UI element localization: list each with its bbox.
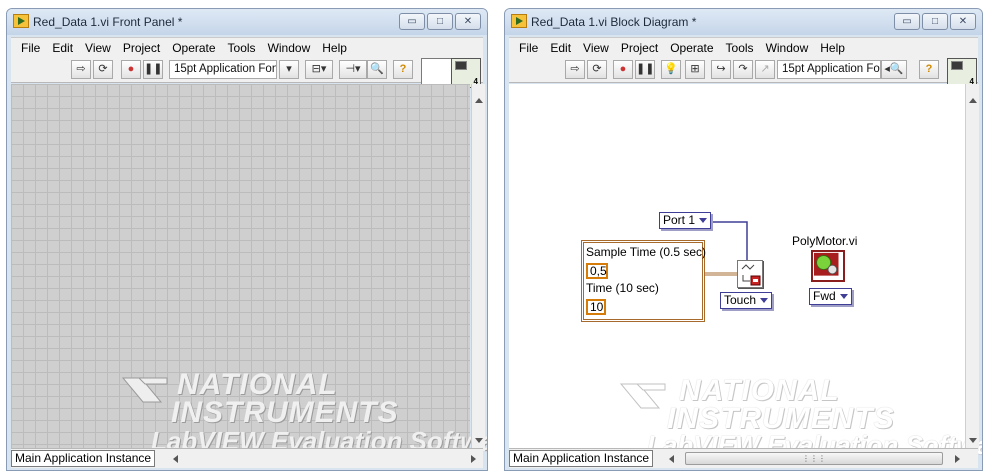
sample-time-label: Sample Time (0.5 sec) bbox=[586, 245, 707, 259]
scroll-right-icon[interactable] bbox=[471, 455, 476, 463]
time-numeric[interactable]: 10 bbox=[586, 299, 606, 315]
block-diagram-toolbar: ⇨ ⟳ ● ❚❚ 💡 ⊞ ↪ ↷ ↗ 15pt Application For … bbox=[509, 57, 978, 88]
horizontal-scroll-thumb[interactable]: ⋮⋮⋮ bbox=[685, 452, 943, 465]
front-panel-toolbar: ⇨ ⟳ ● ❚❚ 15pt Application Font ▾ ⊟▾ ⊣▾ 🔍… bbox=[11, 57, 483, 88]
retain-wire-values-icon[interactable]: ⊞ bbox=[685, 60, 705, 79]
block-diagram-title: Red_Data 1.vi Block Diagram * bbox=[531, 15, 697, 29]
touch-sensor-subvi[interactable] bbox=[737, 260, 763, 288]
run-continuously-icon[interactable]: ⟳ bbox=[93, 60, 113, 79]
polymotor-label: PolyMotor.vi bbox=[792, 234, 858, 248]
chevron-down-icon bbox=[839, 294, 848, 300]
menu-edit[interactable]: Edit bbox=[46, 39, 79, 57]
front-panel-menubar: File Edit View Project Operate Tools Win… bbox=[11, 37, 483, 57]
front-panel-statusbar: Main Application Instance bbox=[11, 448, 483, 468]
port-ring-label: Port 1 bbox=[663, 213, 696, 227]
labview-vi-icon bbox=[13, 14, 29, 28]
help-icon[interactable]: ? bbox=[393, 60, 413, 79]
abort-icon[interactable]: ● bbox=[613, 60, 633, 79]
front-panel-canvas[interactable]: NATIONAL INSTRUMENTS LabVIEW Evaluation … bbox=[11, 84, 487, 456]
menu-window[interactable]: Window bbox=[262, 39, 317, 57]
front-panel-title: Red_Data 1.vi Front Panel * bbox=[33, 15, 183, 29]
front-panel-vertical-scrollbar[interactable] bbox=[471, 84, 485, 451]
fwd-ring-constant[interactable]: Fwd bbox=[809, 288, 852, 305]
menu-file[interactable]: File bbox=[15, 39, 46, 57]
time-label: Time (10 sec) bbox=[586, 281, 659, 295]
menu-operate[interactable]: Operate bbox=[664, 39, 719, 57]
distribute-objects-icon[interactable]: ⊣▾ bbox=[339, 60, 367, 79]
application-instance[interactable]: Main Application Instance bbox=[509, 450, 654, 467]
menu-view[interactable]: View bbox=[79, 39, 117, 57]
scroll-down-icon[interactable] bbox=[969, 438, 977, 443]
scroll-left-icon[interactable] bbox=[173, 455, 178, 463]
align-objects-icon[interactable]: ⊟▾ bbox=[305, 60, 333, 79]
menu-project[interactable]: Project bbox=[615, 39, 664, 57]
maximize-button[interactable]: □ bbox=[427, 13, 453, 30]
menu-view[interactable]: View bbox=[577, 39, 615, 57]
minimize-button[interactable]: ▭ bbox=[399, 13, 425, 30]
block-diagram-vertical-scrollbar[interactable] bbox=[965, 84, 979, 451]
block-diagram-titlebar[interactable]: Red_Data 1.vi Block Diagram * ▭ □ ✕ bbox=[505, 9, 982, 35]
motor-icon bbox=[814, 252, 839, 276]
font-select[interactable]: 15pt Application For bbox=[777, 60, 881, 79]
block-diagram-statusbar: Main Application Instance ⋮⋮⋮ bbox=[509, 448, 978, 468]
labview-vi-icon bbox=[511, 14, 527, 28]
watermark-instruments: INSTRUMENTS bbox=[171, 396, 399, 429]
vi-icon-graphic bbox=[455, 61, 467, 70]
run-arrow-icon[interactable]: ⇨ bbox=[565, 60, 585, 79]
scroll-left-icon[interactable] bbox=[669, 455, 674, 463]
fwd-ring-label: Fwd bbox=[813, 289, 836, 303]
scroll-up-icon[interactable] bbox=[969, 98, 977, 103]
menu-project[interactable]: Project bbox=[117, 39, 166, 57]
search-icon[interactable]: 🔍 bbox=[367, 60, 387, 79]
port-wire[interactable] bbox=[709, 221, 748, 262]
touch-ring-label: Touch bbox=[724, 293, 757, 307]
block-diagram-menubar: File Edit View Project Operate Tools Win… bbox=[509, 37, 978, 57]
block-diagram-window: Red_Data 1.vi Block Diagram * ▭ □ ✕ File… bbox=[504, 8, 983, 471]
menu-help[interactable]: Help bbox=[814, 39, 851, 57]
menu-window[interactable]: Window bbox=[760, 39, 815, 57]
front-panel-titlebar[interactable]: Red_Data 1.vi Front Panel * ▭ □ ✕ bbox=[7, 9, 487, 35]
menu-operate[interactable]: Operate bbox=[166, 39, 221, 57]
maximize-button[interactable]: □ bbox=[922, 13, 948, 30]
pause-icon[interactable]: ❚❚ bbox=[143, 60, 163, 79]
application-instance[interactable]: Main Application Instance bbox=[11, 450, 156, 467]
scroll-right-icon[interactable] bbox=[955, 455, 960, 463]
port-ring-constant[interactable]: Port 1 bbox=[659, 212, 712, 229]
front-panel-window: Red_Data 1.vi Front Panel * ▭ □ ✕ File E… bbox=[6, 8, 488, 471]
ni-logo-icon bbox=[619, 383, 666, 409]
step-into-icon[interactable]: ↪ bbox=[711, 60, 731, 79]
search-icon[interactable]: ◂🔍 bbox=[881, 60, 907, 79]
minimize-button[interactable]: ▭ bbox=[894, 13, 920, 30]
sample-time-numeric[interactable]: 0,5 bbox=[586, 263, 608, 279]
vi-icon-graphic bbox=[951, 61, 963, 70]
menu-tools[interactable]: Tools bbox=[720, 39, 760, 57]
run-arrow-icon[interactable]: ⇨ bbox=[71, 60, 91, 79]
menu-file[interactable]: File bbox=[513, 39, 544, 57]
scroll-down-icon[interactable] bbox=[475, 438, 483, 443]
close-button[interactable]: ✕ bbox=[950, 13, 976, 30]
menu-help[interactable]: Help bbox=[316, 39, 353, 57]
step-over-icon[interactable]: ↷ bbox=[733, 60, 753, 79]
help-icon[interactable]: ? bbox=[919, 60, 939, 79]
menu-tools[interactable]: Tools bbox=[222, 39, 262, 57]
chevron-down-icon bbox=[760, 298, 769, 304]
font-select[interactable]: 15pt Application Font bbox=[169, 60, 277, 79]
polymotor-subvi[interactable] bbox=[811, 250, 845, 282]
highlight-execution-icon[interactable]: 💡 bbox=[661, 60, 681, 79]
chevron-down-icon bbox=[699, 218, 708, 224]
block-diagram-canvas[interactable]: Port 1 Sample Time (0.5 sec) 0,5 Time (1… bbox=[509, 84, 982, 460]
scroll-up-icon[interactable] bbox=[475, 98, 483, 103]
timing-cluster-constant[interactable]: Sample Time (0.5 sec) 0,5 Time (10 sec) … bbox=[581, 240, 707, 322]
ni-logo-icon bbox=[121, 377, 168, 403]
pause-icon[interactable]: ❚❚ bbox=[635, 60, 655, 79]
abort-icon[interactable]: ● bbox=[121, 60, 141, 79]
menu-edit[interactable]: Edit bbox=[544, 39, 577, 57]
sensor-icon bbox=[741, 264, 761, 286]
close-button[interactable]: ✕ bbox=[455, 13, 481, 30]
chevron-down-icon[interactable]: ▾ bbox=[279, 60, 299, 79]
touch-ring-constant[interactable]: Touch bbox=[720, 292, 773, 309]
run-continuously-icon[interactable]: ⟳ bbox=[587, 60, 607, 79]
step-out-icon[interactable]: ↗ bbox=[755, 60, 775, 79]
